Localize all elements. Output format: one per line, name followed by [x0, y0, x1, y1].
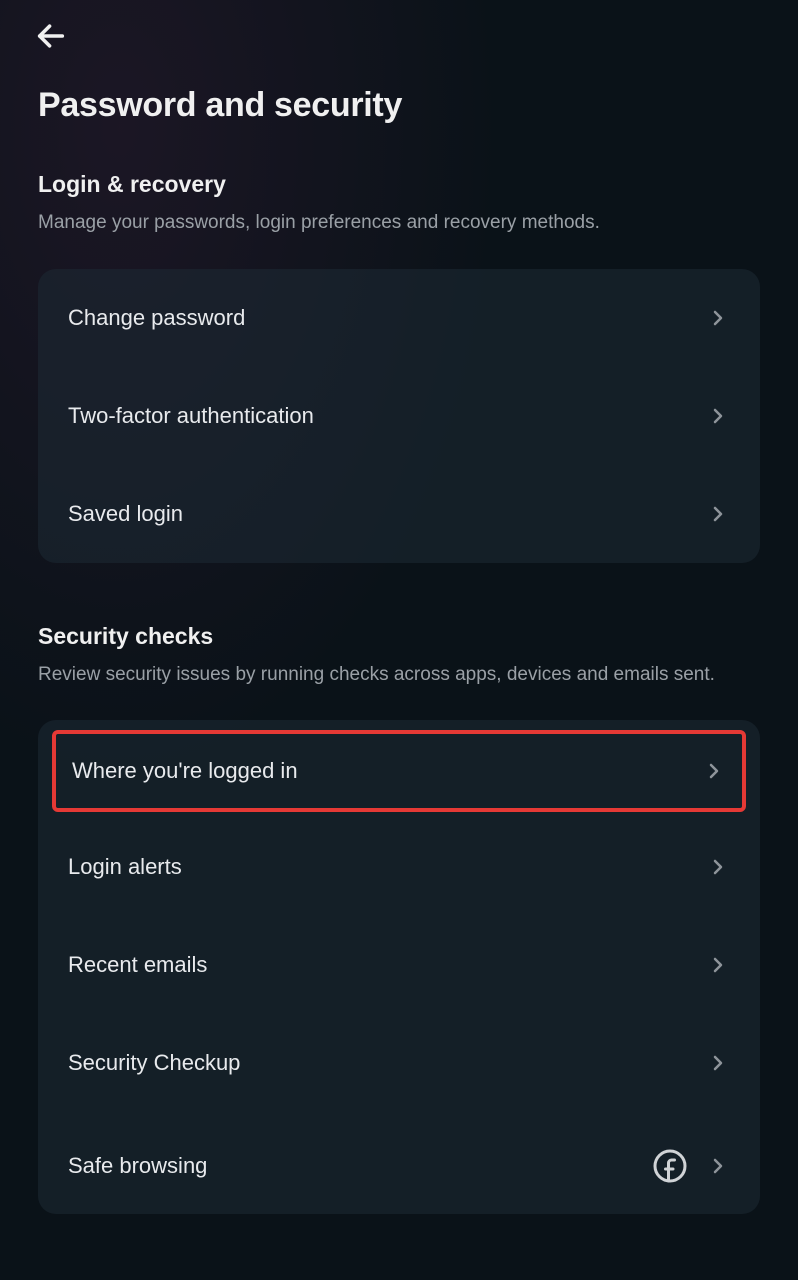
chevron-right-icon	[706, 953, 730, 977]
item-two-factor[interactable]: Two-factor authentication	[38, 367, 760, 465]
section-security-desc: Review security issues by running checks…	[38, 662, 760, 689]
section-login-desc: Manage your passwords, login preferences…	[38, 210, 760, 237]
item-label: Recent emails	[68, 952, 207, 978]
chevron-right-icon	[706, 1051, 730, 1075]
facebook-icon	[652, 1148, 688, 1184]
item-label: Where you're logged in	[72, 758, 298, 784]
item-saved-login[interactable]: Saved login	[38, 465, 760, 563]
item-change-password[interactable]: Change password	[38, 269, 760, 367]
item-right-group	[652, 1148, 730, 1184]
chevron-right-icon	[706, 1154, 730, 1178]
arrow-left-icon	[34, 19, 68, 53]
item-where-logged-in[interactable]: Where you're logged in	[52, 730, 746, 812]
item-label: Saved login	[68, 501, 183, 527]
item-security-checkup[interactable]: Security Checkup	[38, 1014, 760, 1112]
item-label: Login alerts	[68, 854, 182, 880]
chevron-right-icon	[706, 855, 730, 879]
item-recent-emails[interactable]: Recent emails	[38, 916, 760, 1014]
login-card: Change password Two-factor authenticatio…	[38, 269, 760, 563]
back-button[interactable]	[34, 16, 74, 56]
item-login-alerts[interactable]: Login alerts	[38, 818, 760, 916]
item-safe-browsing[interactable]: Safe browsing	[38, 1112, 760, 1214]
item-label: Security Checkup	[68, 1050, 240, 1076]
chevron-right-icon	[702, 759, 726, 783]
section-security-title: Security checks	[38, 623, 760, 650]
page-title: Password and security	[38, 86, 760, 125]
chevron-right-icon	[706, 404, 730, 428]
item-label: Two-factor authentication	[68, 403, 314, 429]
security-card: Where you're logged in Login alerts Rece…	[38, 720, 760, 1214]
chevron-right-icon	[706, 306, 730, 330]
item-label: Safe browsing	[68, 1153, 207, 1179]
section-login-title: Login & recovery	[38, 171, 760, 198]
chevron-right-icon	[706, 502, 730, 526]
item-label: Change password	[68, 305, 245, 331]
